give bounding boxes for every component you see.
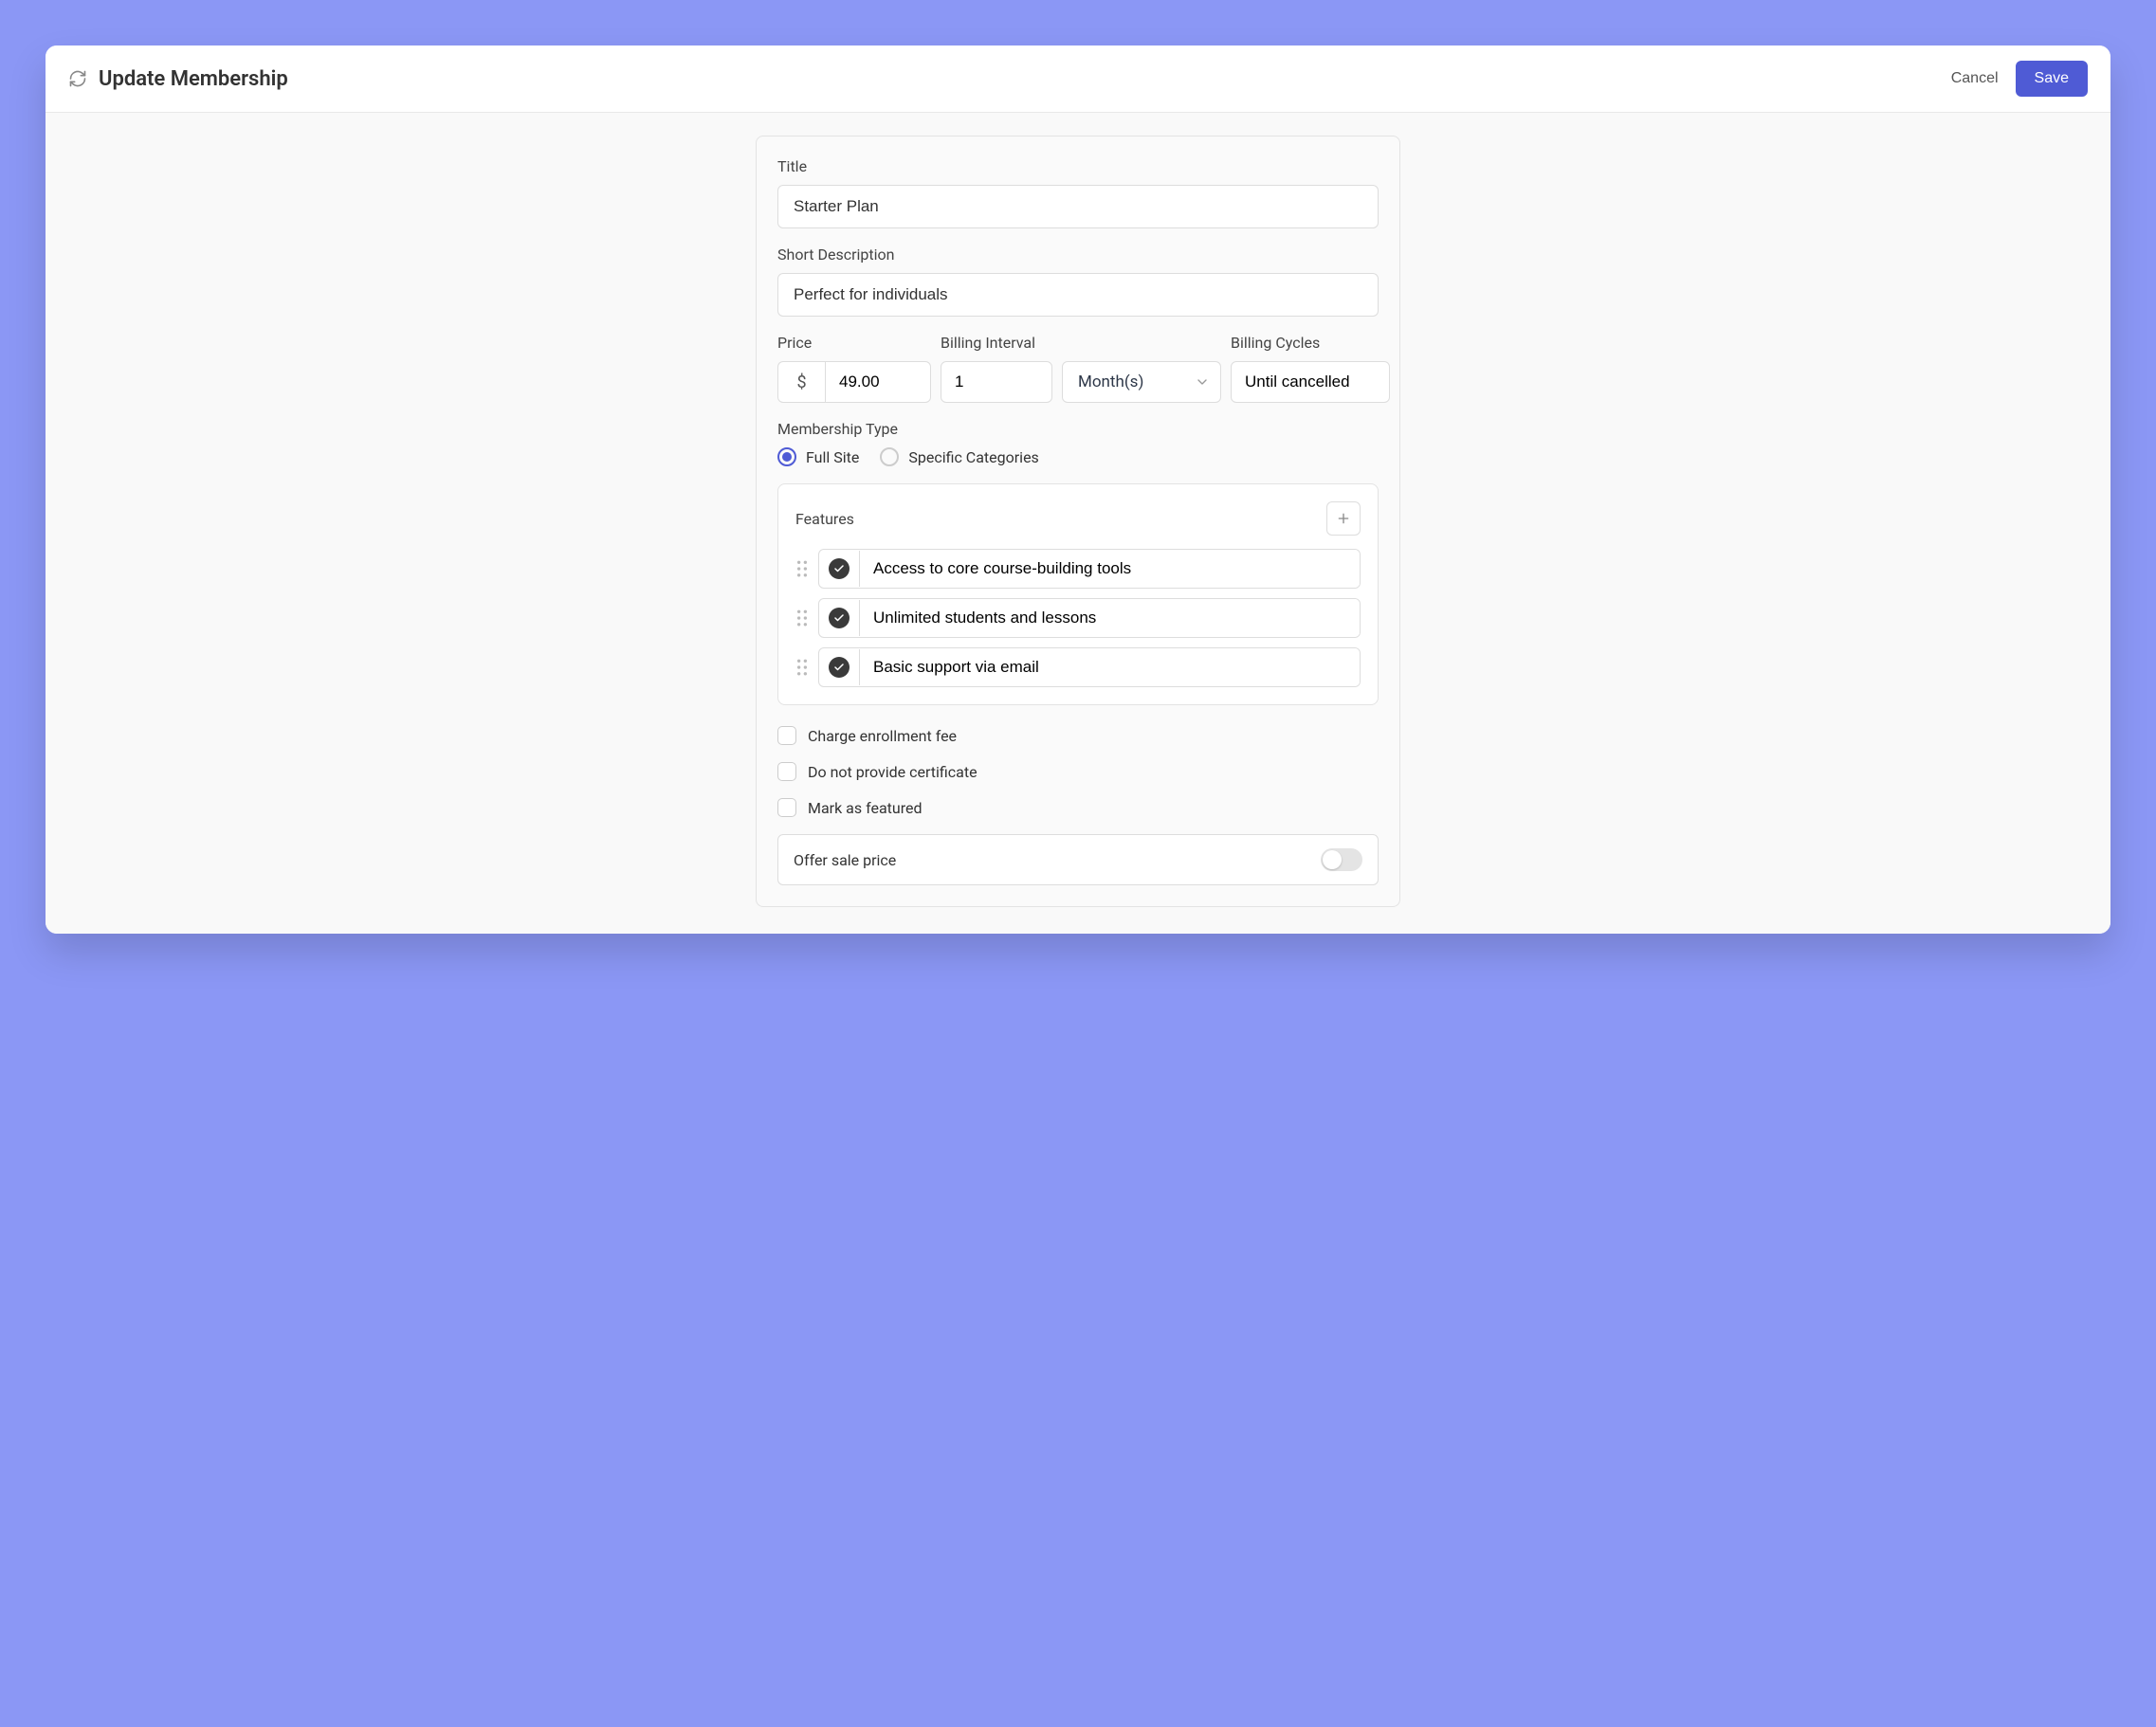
feature-main — [818, 647, 1361, 687]
checkbox-box — [777, 726, 796, 745]
price-group: $ — [777, 361, 931, 403]
radio-full-site[interactable]: Full Site — [777, 447, 859, 466]
feature-check-toggle[interactable] — [819, 600, 860, 636]
feature-text-input[interactable] — [860, 599, 1360, 637]
title-input[interactable] — [777, 185, 1379, 228]
membership-type-label: Membership Type — [777, 420, 1379, 438]
feature-row — [795, 647, 1361, 687]
refresh-icon — [68, 69, 87, 88]
radio-specific-label: Specific Categories — [908, 448, 1038, 466]
feature-row — [795, 549, 1361, 589]
feature-row — [795, 598, 1361, 638]
price-input[interactable] — [825, 361, 931, 403]
checkbox-box — [777, 798, 796, 817]
checkbox-no-certificate[interactable]: Do not provide certificate — [777, 762, 1379, 781]
features-box: Features — [777, 483, 1379, 705]
add-feature-button[interactable] — [1326, 501, 1361, 536]
checkbox-mark-featured[interactable]: Mark as featured — [777, 798, 1379, 817]
check-icon — [829, 558, 850, 579]
cancel-button[interactable]: Cancel — [1951, 70, 1999, 87]
price-label: Price — [777, 334, 931, 352]
cycles-input[interactable] — [1231, 361, 1390, 403]
short-desc-input[interactable] — [777, 273, 1379, 317]
short-desc-label: Short Description — [777, 245, 1379, 264]
interval-unit-value: Month(s) — [1062, 361, 1221, 403]
drag-handle-icon[interactable] — [795, 560, 809, 577]
header-actions: Cancel Save — [1951, 61, 2088, 97]
radio-full-site-label: Full Site — [806, 448, 859, 466]
check-icon — [829, 657, 850, 678]
membership-type-radios: Full Site Specific Categories — [777, 447, 1379, 466]
cycles-col: Billing Cycles — [1231, 334, 1390, 403]
dialog-header: Update Membership Cancel Save — [46, 45, 2110, 113]
toggle-knob — [1323, 850, 1342, 869]
features-title: Features — [795, 510, 854, 528]
drag-handle-icon[interactable] — [795, 659, 809, 676]
radio-circle-selected — [777, 447, 796, 466]
currency-prefix: $ — [777, 361, 825, 403]
interval-label: Billing Interval — [941, 334, 1221, 352]
features-head: Features — [795, 501, 1361, 536]
checkbox-label: Do not provide certificate — [808, 763, 978, 781]
interval-unit-select[interactable]: Month(s) — [1062, 361, 1221, 403]
feature-main — [818, 549, 1361, 589]
checkbox-label: Charge enrollment fee — [808, 727, 957, 745]
interval-col: Billing Interval Month(s) — [941, 334, 1221, 403]
offer-sale-row: Offer sale price — [777, 834, 1379, 885]
price-col: Price $ — [777, 334, 931, 403]
feature-text-input[interactable] — [860, 648, 1360, 686]
feature-main — [818, 598, 1361, 638]
save-button[interactable]: Save — [2016, 61, 2088, 97]
radio-circle — [880, 447, 899, 466]
feature-text-input[interactable] — [860, 550, 1360, 588]
feature-check-toggle[interactable] — [819, 551, 860, 587]
check-icon — [829, 608, 850, 628]
radio-specific-categories[interactable]: Specific Categories — [880, 447, 1038, 466]
cycles-label: Billing Cycles — [1231, 334, 1390, 352]
page-title: Update Membership — [99, 67, 288, 91]
offer-sale-label: Offer sale price — [794, 851, 896, 869]
dialog-body: Title Short Description Price $ Billing … — [46, 113, 2110, 934]
checkbox-box — [777, 762, 796, 781]
drag-handle-icon[interactable] — [795, 609, 809, 627]
offer-sale-toggle[interactable] — [1321, 848, 1362, 871]
checkbox-label: Mark as featured — [808, 799, 923, 817]
form-panel: Title Short Description Price $ Billing … — [756, 136, 1400, 907]
header-left: Update Membership — [68, 67, 288, 91]
plus-icon — [1336, 511, 1351, 526]
billing-row: Price $ Billing Interval Month(s) — [777, 334, 1379, 403]
interval-input[interactable] — [941, 361, 1052, 403]
title-label: Title — [777, 157, 1379, 175]
feature-check-toggle[interactable] — [819, 649, 860, 685]
dialog-card: Update Membership Cancel Save Title Shor… — [46, 45, 2110, 934]
checkbox-enrollment-fee[interactable]: Charge enrollment fee — [777, 726, 1379, 745]
